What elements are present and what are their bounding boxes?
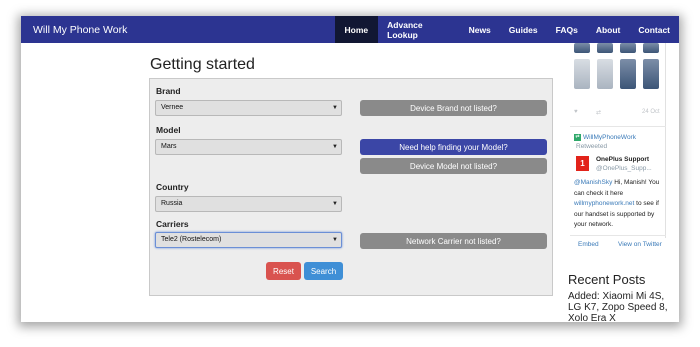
recent-post-link[interactable]: Added: Xiaomi Mi 4S, LG K7, Zopo Speed 8… — [568, 291, 676, 322]
nav-contact[interactable]: Contact — [629, 16, 679, 43]
twitter-timeline-card: ♥ ⇄ 24 Oct ⇄ WillMyPhoneWork Retweeted 1 … — [568, 43, 666, 238]
chevron-down-icon: ▼ — [332, 105, 338, 111]
model-help-button[interactable]: Need help finding your Model? — [360, 139, 547, 155]
reset-button[interactable]: Reset — [266, 262, 301, 280]
retweet-badge-icon: ⇄ — [574, 133, 581, 141]
sidebar: ♥ ⇄ 24 Oct ⇄ WillMyPhoneWork Retweeted 1 … — [568, 43, 679, 322]
phone-thumbnail — [597, 43, 613, 53]
carrier-select-value: Tele2 (Rostelecom) — [161, 236, 222, 243]
nav-guides[interactable]: Guides — [500, 16, 547, 43]
phone-thumbnail — [620, 43, 636, 53]
country-label: Country — [156, 182, 189, 192]
retweeted-label: Retweeted — [576, 143, 608, 150]
browser-page: Will My Phone Work Home Advance Lookup N… — [21, 16, 679, 322]
oneplus-logo-icon[interactable]: 1 — [576, 156, 589, 171]
nav-menu: Home Advance Lookup News Guides FAQs Abo… — [334, 16, 679, 43]
lookup-form: Brand Vernee ▼ Device Brand not listed? … — [149, 78, 553, 296]
embed-link[interactable]: Embed — [578, 241, 599, 248]
model-select[interactable]: Mars ▼ — [155, 139, 342, 155]
divider — [570, 126, 666, 127]
chevron-down-icon: ▼ — [332, 201, 338, 207]
page-title: Getting started — [150, 56, 255, 73]
chevron-down-icon: ▼ — [332, 144, 338, 150]
brand-select-value: Vernee — [161, 104, 184, 111]
mention-link[interactable]: @ManishSky — [574, 179, 612, 186]
phone-thumbnail — [643, 59, 659, 89]
tweet-date[interactable]: 24 Oct — [642, 109, 660, 115]
carriers-label: Carriers — [156, 219, 189, 229]
country-select-value: Russia — [161, 200, 183, 207]
account-name[interactable]: OnePlus Support — [596, 156, 649, 163]
phone-thumbnail — [597, 59, 613, 89]
country-select[interactable]: Russia ▼ — [155, 196, 342, 212]
view-on-twitter-link[interactable]: View on Twitter — [618, 241, 662, 248]
nav-about[interactable]: About — [587, 16, 630, 43]
nav-home[interactable]: Home — [334, 16, 379, 43]
carrier-select[interactable]: Tele2 (Rostelecom) ▼ — [155, 232, 342, 248]
tweet-text: @ManishSky Hi, Manish! You can check it … — [574, 178, 666, 231]
phone-thumbnail — [574, 43, 590, 53]
tweet-media[interactable] — [574, 43, 662, 103]
retweeter-name[interactable]: WillMyPhoneWork — [583, 134, 636, 141]
nav-faqs[interactable]: FAQs — [547, 16, 587, 43]
phone-thumbnail — [574, 59, 590, 89]
retweeter-line: ⇄ WillMyPhoneWork — [574, 133, 636, 142]
heart-icon[interactable]: ♥ — [574, 109, 578, 115]
chevron-down-icon: ▼ — [332, 237, 338, 243]
navbar: Will My Phone Work Home Advance Lookup N… — [21, 16, 679, 43]
brand-select[interactable]: Vernee ▼ — [155, 100, 342, 116]
phone-thumbnail — [620, 59, 636, 89]
model-select-value: Mars — [161, 143, 177, 150]
site-brand[interactable]: Will My Phone Work — [21, 24, 335, 36]
nav-advance-lookup[interactable]: Advance Lookup — [378, 16, 459, 43]
divider — [570, 235, 666, 236]
tweet-url-link[interactable]: willmyphonework.net — [574, 200, 634, 207]
model-label: Model — [156, 125, 181, 135]
account-handle[interactable]: @OnePlus_Supp... — [596, 165, 652, 172]
search-button[interactable]: Search — [304, 262, 343, 280]
carrier-not-listed-button[interactable]: Network Carrier not listed? — [360, 233, 547, 249]
retweet-icon[interactable]: ⇄ — [596, 109, 601, 116]
recent-posts-heading: Recent Posts — [568, 272, 646, 287]
phone-thumbnail — [643, 43, 659, 53]
brand-not-listed-button[interactable]: Device Brand not listed? — [360, 100, 547, 116]
brand-label: Brand — [156, 86, 181, 96]
nav-news[interactable]: News — [460, 16, 500, 43]
model-not-listed-button[interactable]: Device Model not listed? — [360, 158, 547, 174]
